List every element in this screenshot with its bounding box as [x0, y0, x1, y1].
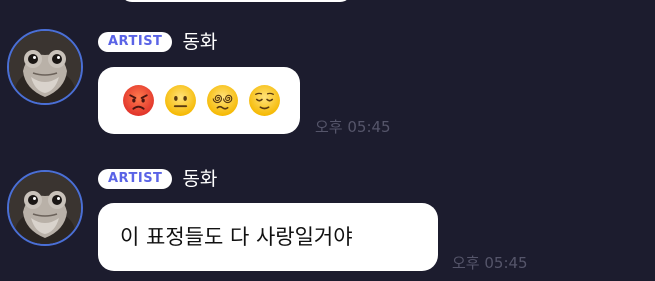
relieved-face-icon [249, 85, 280, 116]
emoji-message-bubble[interactable] [98, 67, 300, 134]
frog-avatar-image [9, 31, 81, 103]
text-message-bubble[interactable]: 이 표정들도 다 사랑일거야 [98, 203, 438, 271]
emoji-list [98, 67, 300, 134]
frog-avatar-image [9, 172, 81, 244]
artist-badge: ARTIST [98, 169, 173, 189]
chat-screen: ARTIST 동화 오후 05:45 ARTIST 동화 이 표정들도 다 사랑… [0, 0, 655, 281]
message-timestamp: 오후 05:45 [315, 118, 391, 136]
sender-row: ARTIST 동화 [98, 31, 217, 53]
angry-face-icon [123, 85, 154, 116]
artist-badge: ARTIST [98, 32, 173, 52]
face-with-spiral-eyes-icon [207, 85, 238, 116]
sender-name[interactable]: 동화 [182, 31, 217, 53]
sender-avatar[interactable] [7, 170, 83, 246]
message-text: 이 표정들도 다 사랑일거야 [120, 225, 353, 249]
sender-row: ARTIST 동화 [98, 168, 217, 190]
sender-name[interactable]: 동화 [182, 168, 217, 190]
sender-avatar[interactable] [7, 29, 83, 105]
previous-message-bubble [120, 0, 352, 2]
message-timestamp: 오후 05:45 [452, 254, 528, 272]
neutral-face-icon [165, 85, 196, 116]
